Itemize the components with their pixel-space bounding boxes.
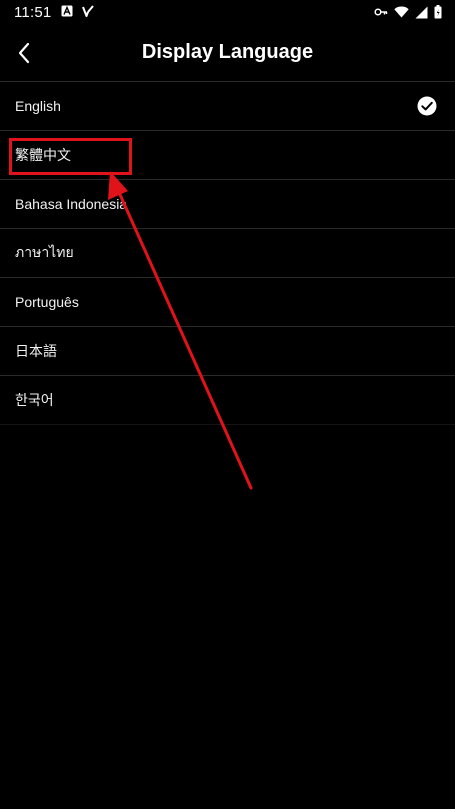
status-time: 11:51 [14,4,52,21]
status-right-icons [374,5,442,19]
battery-icon [434,5,442,19]
language-option-english[interactable]: English [0,82,455,131]
language-label: Português [15,294,79,310]
status-left-icons [61,5,94,17]
language-option-japanese[interactable]: 日本語 [0,327,455,376]
language-label: 한국어 [15,392,54,408]
vpn-notification-icon [82,5,94,17]
language-label: English [15,98,61,114]
language-option-thai[interactable]: ภาษาไทย [0,229,455,278]
language-option-portuguese[interactable]: Português [0,278,455,327]
language-list: English 繁體中文 Bahasa Indonesia ภาษาไทย Po… [0,82,455,425]
check-circle-icon [417,96,437,116]
language-label: 日本語 [15,343,57,359]
language-label: 繁體中文 [15,147,71,163]
status-bar: 11:51 [0,0,455,26]
wifi-icon [394,6,409,18]
app-header: Display Language [0,27,455,82]
cellular-signal-icon [415,6,428,18]
language-option-traditional-chinese[interactable]: 繁體中文 [0,131,455,180]
language-label: ภาษาไทย [15,244,74,260]
app-notification-icon [61,5,73,17]
language-option-korean[interactable]: 한국어 [0,376,455,425]
language-option-indonesian[interactable]: Bahasa Indonesia [0,180,455,229]
key-icon [374,8,388,16]
page-title: Display Language [141,41,314,63]
language-label: Bahasa Indonesia [15,196,128,212]
